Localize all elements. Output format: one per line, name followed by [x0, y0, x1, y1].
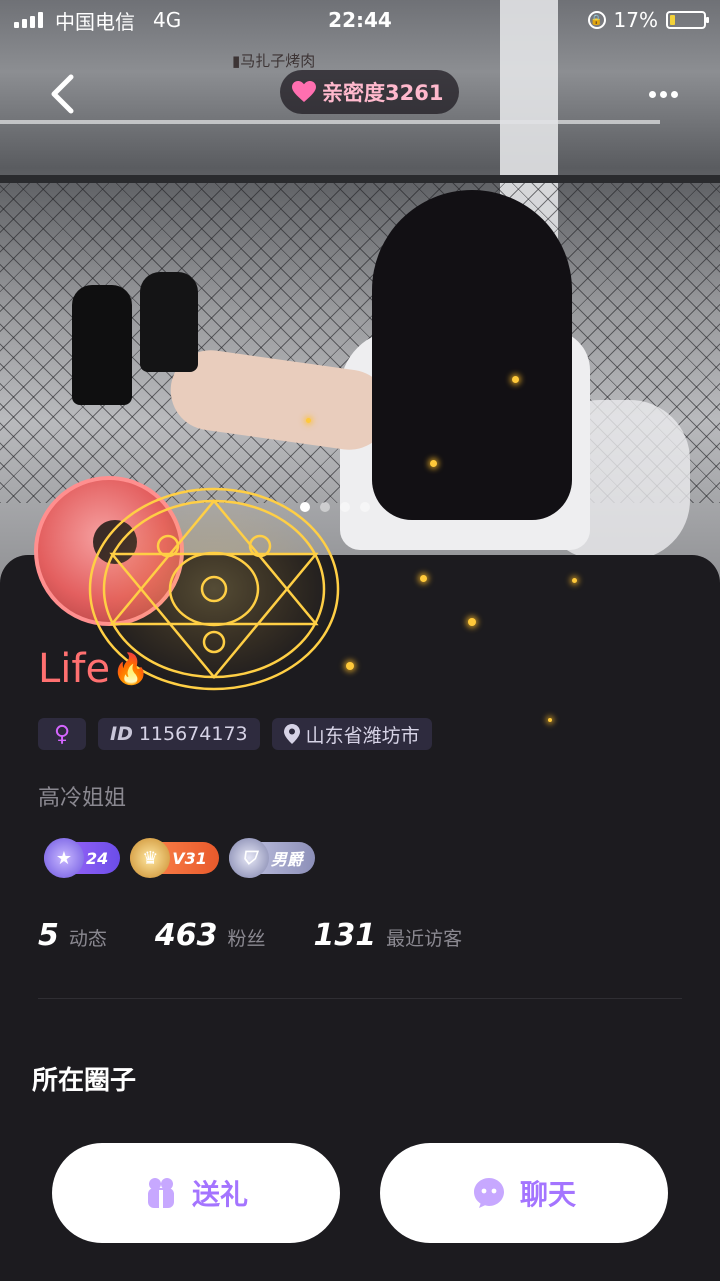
id-value: 115674173 — [138, 723, 248, 745]
stat-fans[interactable]: 463 粉丝 — [155, 918, 266, 953]
profile-name-text: Life — [38, 646, 111, 692]
status-bar: 中国电信 4G 22:44 🔒 17% — [0, 0, 720, 40]
stat-visitors[interactable]: 131 最近访客 — [314, 918, 463, 953]
carrier-name: 中国电信 — [55, 9, 135, 34]
level-badge[interactable]: ★ 24 — [44, 838, 121, 878]
vip-crown-icon: ♛ — [130, 838, 171, 878]
stat-label: 粉丝 — [227, 928, 266, 950]
chat-button[interactable]: 聊天 — [380, 1143, 668, 1243]
noble-badge-text: 男爵 — [270, 850, 303, 869]
profile-name: Life 🔥 — [38, 646, 149, 692]
photo-boot — [140, 272, 198, 372]
gift-icon — [147, 1178, 174, 1208]
level-badge-text: 24 — [86, 848, 109, 868]
bio-text: 高冷姐姐 — [38, 786, 127, 811]
gift-label: 送礼 — [191, 1178, 248, 1211]
intimacy-label: 亲密度3261 — [322, 81, 444, 105]
sparkle — [468, 618, 476, 626]
circles-title: 所在圈子 — [32, 1066, 137, 1096]
baron-shield-icon: ⛉ — [228, 838, 269, 878]
profile-tags: ♀ ID 115674173 山东省潍坊市 — [38, 718, 432, 750]
photo-railing — [0, 120, 660, 124]
stat-posts[interactable]: 5 动态 — [38, 918, 107, 953]
photo-rail — [0, 175, 720, 183]
battery-icon — [666, 11, 709, 29]
battery-level — [670, 15, 676, 25]
gift-button[interactable]: 送礼 — [52, 1143, 340, 1243]
photo-boot — [72, 285, 132, 405]
rotation-lock-icon: 🔒 — [587, 11, 606, 29]
star-level-icon: ★ — [44, 838, 84, 878]
sparkle — [548, 718, 552, 722]
battery-percent: 17% — [613, 8, 658, 32]
female-icon: ♀ — [53, 721, 71, 747]
more-dot — [670, 90, 678, 98]
stat-value: 131 — [313, 918, 377, 953]
chat-label: 聊天 — [519, 1178, 576, 1211]
signal-icon — [14, 12, 43, 28]
id-tag[interactable]: ID 115674173 — [98, 718, 260, 750]
fire-icon: 🔥 — [112, 651, 150, 687]
sparkle — [430, 460, 437, 467]
vip-badge[interactable]: ♛ V31 — [130, 838, 219, 878]
stats-row: 5 动态 463 粉丝 131 最近访客 — [38, 918, 462, 953]
sparkle — [306, 418, 311, 423]
badge-row: ★ 24 ♛ V31 ⛉ 男爵 — [44, 838, 315, 878]
id-label: ID — [110, 723, 133, 745]
stat-value: 463 — [154, 918, 218, 953]
more-button[interactable] — [640, 80, 686, 108]
location-text: 山东省潍坊市 — [305, 724, 420, 747]
photo-sign: ▮马扎子烤肉 — [232, 52, 316, 70]
stat-value: 5 — [38, 918, 59, 953]
back-button[interactable] — [42, 72, 82, 116]
more-dot — [659, 90, 667, 98]
stat-label: 最近访客 — [386, 928, 463, 950]
sparkle — [346, 662, 354, 670]
vip-badge-text: V31 — [172, 848, 207, 868]
intimacy-badge[interactable]: 亲密度3261 — [280, 70, 460, 114]
sparkle — [420, 575, 427, 582]
heart-icon — [292, 81, 316, 102]
gender-tag: ♀ — [38, 718, 86, 750]
location-pin-icon — [283, 724, 300, 744]
stat-label: 动态 — [68, 928, 107, 950]
network-type: 4G — [153, 8, 182, 32]
chat-bubble-icon — [473, 1178, 504, 1208]
sparkle — [572, 578, 577, 583]
photo-hair — [372, 190, 572, 520]
divider — [38, 998, 682, 999]
chevron-left-icon — [51, 74, 74, 114]
pager-dot[interactable] — [360, 502, 370, 512]
sparkle — [512, 376, 519, 383]
more-dot — [648, 90, 656, 98]
location-tag: 山东省潍坊市 — [271, 718, 432, 750]
noble-badge[interactable]: ⛉ 男爵 — [228, 838, 315, 878]
